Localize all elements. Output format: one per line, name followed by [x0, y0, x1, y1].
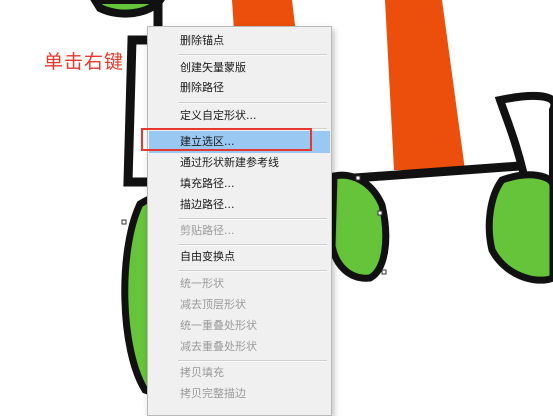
menu-item-fill-path[interactable]: 填充路径... [149, 173, 330, 195]
menu-item-unite-shapes: 统一形状 [180, 277, 224, 290]
orange-stripe-right [385, 0, 465, 170]
menu-item-subtract-overlap: 减去重叠处形状 [180, 340, 257, 353]
menu-item-delete-path[interactable]: 删除路径 [149, 77, 330, 99]
highlight-box-make-selection [141, 128, 312, 151]
menu-separator [178, 54, 327, 56]
menu-item-define-custom-shape[interactable]: 定义自定形状... [149, 105, 330, 127]
menu-separator [178, 270, 327, 272]
menu-item-free-transform-points[interactable]: 自由变换点 [149, 246, 330, 268]
green-shape-top-left [90, 0, 165, 18]
menu-item-delete-anchor[interactable]: 删除锚点 [149, 30, 330, 52]
context-menu: 删除锚点 创建矢量蒙版 删除路径 定义自定形状... 建立选区... 通过形状新… [147, 26, 332, 416]
anchor-point[interactable] [377, 210, 383, 216]
menu-item-copy-complete-stroke: 拷贝完整描边 [180, 387, 246, 400]
green-leaf-right [328, 171, 390, 282]
menu-item-copy-fill: 拷贝填充 [180, 366, 224, 379]
menu-item-subtract-front-shape: 减去顶层形状 [180, 298, 246, 311]
menu-item-unite-overlap: 统一重叠处形状 [180, 319, 257, 332]
menu-item-clipping-path: 剪贴路径... [180, 224, 235, 237]
green-shape-far-right [485, 171, 553, 284]
anchor-point[interactable] [355, 175, 361, 181]
anchor-point[interactable] [381, 269, 387, 275]
menu-item-new-guides-from-shape[interactable]: 通过形状新建参考线 [149, 152, 330, 174]
anchor-point[interactable] [121, 219, 127, 225]
menu-item-stroke-path[interactable]: 描边路径... [149, 194, 330, 216]
menu-item-create-vector-mask[interactable]: 创建矢量蒙版 [149, 57, 330, 79]
annotation-right-click: 单击右键 [44, 51, 125, 73]
menu-separator [178, 102, 327, 104]
